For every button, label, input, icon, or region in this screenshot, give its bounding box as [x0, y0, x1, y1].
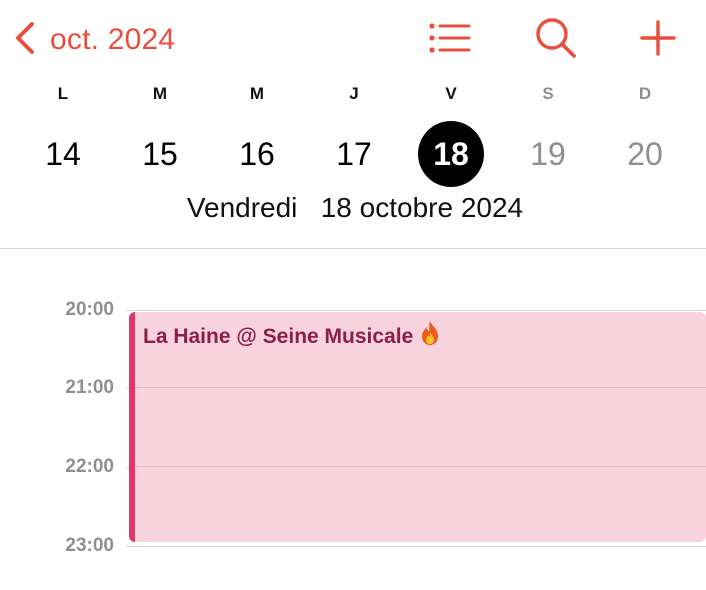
weekday-label: D — [638, 84, 652, 103]
selected-date-label: Vendredi 18 octobre 2024 — [186, 192, 524, 223]
plus-icon — [638, 18, 678, 63]
hour-line — [126, 310, 706, 311]
day-cell[interactable]: 15 — [128, 122, 192, 186]
calendar-event[interactable]: La Haine @ Seine Musicale — [129, 312, 706, 542]
day-cell[interactable]: 19 — [516, 122, 580, 186]
week-day-strip: 14 15 16 17 18 19 20 — [0, 121, 706, 187]
day-cell[interactable]: 14 — [31, 122, 95, 186]
month-label: oct. 2024 — [50, 23, 176, 56]
event-hour-line — [135, 387, 706, 388]
weekday-label: M — [152, 84, 168, 103]
search-icon — [534, 16, 578, 65]
weekday-label: J — [349, 84, 359, 103]
hour-label: 20:00 — [65, 299, 114, 320]
search-button[interactable] — [532, 16, 580, 64]
hour-label: 22:00 — [65, 456, 114, 477]
weekday-label: M — [249, 84, 265, 103]
day-cell[interactable]: 20 — [613, 122, 677, 186]
hour-label: 21:00 — [65, 377, 114, 398]
top-bar: oct. 2024 — [0, 0, 706, 80]
list-icon — [427, 20, 471, 61]
add-event-button[interactable] — [634, 16, 682, 64]
weekday-label: V — [445, 84, 457, 103]
day-cell[interactable]: 17 — [322, 122, 386, 186]
event-title-row: La Haine @ Seine Musicale — [143, 320, 441, 352]
divider — [0, 248, 706, 249]
fire-icon — [419, 320, 441, 352]
event-title: La Haine @ Seine Musicale — [143, 325, 414, 348]
day-cell[interactable]: 16 — [225, 122, 289, 186]
hour-row: 23:00 — [0, 535, 706, 566]
weekday-label: L — [57, 84, 69, 103]
chevron-left-icon — [12, 18, 38, 63]
weekday-header: L M M J V S D — [0, 84, 706, 110]
hour-line — [126, 546, 706, 547]
list-view-button[interactable] — [425, 16, 473, 64]
day-cell-selected[interactable]: 18 — [418, 121, 484, 187]
back-button[interactable]: oct. 2024 — [12, 18, 175, 62]
hour-label: 23:00 — [65, 535, 114, 556]
event-hour-line — [135, 466, 706, 467]
weekday-label: S — [542, 84, 554, 103]
